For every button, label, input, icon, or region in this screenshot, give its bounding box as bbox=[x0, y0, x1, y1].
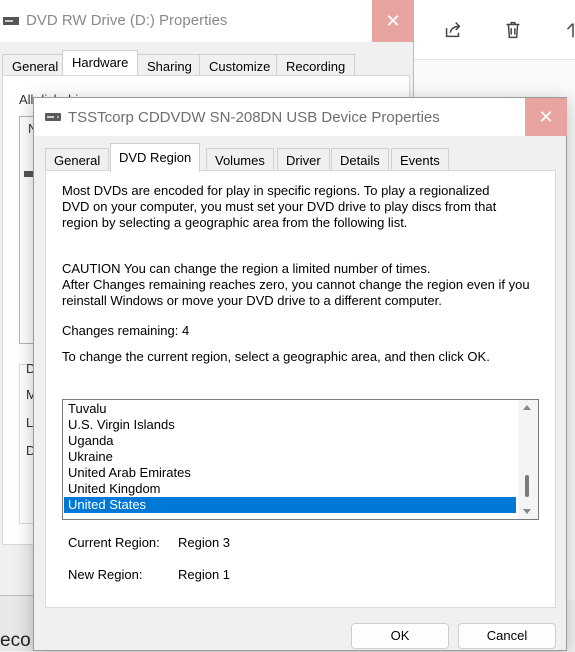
back-window-title: DVD RW Drive (D:) Properties bbox=[26, 12, 228, 29]
back-tab-hardware[interactable]: Hardware bbox=[62, 50, 139, 76]
dvd-region-panel: Most DVDs are encoded for play in specif… bbox=[45, 170, 556, 608]
region-intro-text: Most DVDs are encoded for play in specif… bbox=[62, 183, 497, 230]
device-properties-dialog: TSSTcorp CDDVDW SN-208DN USB Device Prop… bbox=[33, 97, 567, 651]
back-window-close-button[interactable]: ✕ bbox=[372, 0, 414, 42]
scroll-up-icon[interactable] bbox=[523, 405, 531, 410]
new-region-label: New Region: bbox=[68, 567, 143, 582]
region-listbox[interactable]: Tuvalu U.S. Virgin Islands Uganda Ukrain… bbox=[62, 399, 539, 520]
tab-details[interactable]: Details bbox=[331, 148, 389, 171]
list-item[interactable]: Tuvalu bbox=[64, 401, 516, 417]
list-item[interactable]: Uganda bbox=[64, 433, 516, 449]
region-instruction: To change the current region, select a g… bbox=[62, 349, 490, 364]
trash-icon[interactable] bbox=[502, 19, 524, 41]
dialog-title: TSSTcorp CDDVDW SN-208DN USB Device Prop… bbox=[68, 109, 440, 126]
share-icon[interactable] bbox=[442, 19, 464, 41]
tab-driver[interactable]: Driver bbox=[277, 148, 330, 171]
cancel-button[interactable]: Cancel bbox=[458, 623, 556, 649]
dialog-close-button[interactable]: ✕ bbox=[525, 98, 567, 136]
tab-volumes[interactable]: Volumes bbox=[206, 148, 274, 171]
back-tab-customize[interactable]: Customize bbox=[199, 54, 281, 76]
dialog-titlebar: TSSTcorp CDDVDW SN-208DN USB Device Prop… bbox=[34, 98, 567, 136]
dvd-drive-icon bbox=[45, 113, 61, 121]
list-item[interactable]: United Kingdom bbox=[64, 481, 516, 497]
scroll-down-icon[interactable] bbox=[523, 509, 531, 514]
background-partial-text: eco bbox=[0, 630, 31, 651]
current-region-label: Current Region: bbox=[68, 535, 160, 550]
explorer-toolbar bbox=[414, 0, 575, 60]
current-region-value: Region 3 bbox=[178, 535, 231, 550]
drive-icon bbox=[3, 17, 19, 25]
ok-button[interactable]: OK bbox=[351, 623, 449, 649]
list-item[interactable]: U.S. Virgin Islands bbox=[64, 417, 516, 433]
arrow-up-icon[interactable] bbox=[562, 19, 575, 41]
back-tab-recording[interactable]: Recording bbox=[276, 54, 356, 76]
list-item[interactable]: Ukraine bbox=[64, 449, 516, 465]
new-region-value: Region 1 bbox=[178, 567, 231, 582]
back-tab-general[interactable]: General bbox=[2, 54, 69, 76]
region-list-items: Tuvalu U.S. Virgin Islands Uganda Ukrain… bbox=[64, 401, 516, 513]
back-window-titlebar: DVD RW Drive (D:) Properties ✕ bbox=[0, 0, 414, 42]
caution-text: CAUTION You can change the region a limi… bbox=[62, 261, 530, 308]
back-tab-sharing[interactable]: Sharing bbox=[137, 54, 202, 76]
list-item[interactable]: United Arab Emirates bbox=[64, 465, 516, 481]
region-list-scrollbar[interactable] bbox=[518, 400, 538, 519]
tab-events[interactable]: Events bbox=[391, 148, 449, 171]
list-item-selected[interactable]: United States bbox=[64, 497, 516, 513]
dialog-tabs: General DVD Region Volumes Driver Detail… bbox=[34, 143, 566, 172]
tab-general[interactable]: General bbox=[45, 148, 110, 171]
changes-remaining: Changes remaining: 4 bbox=[62, 323, 190, 338]
scroll-thumb[interactable] bbox=[525, 475, 529, 497]
tab-dvd-region[interactable]: DVD Region bbox=[110, 143, 201, 172]
